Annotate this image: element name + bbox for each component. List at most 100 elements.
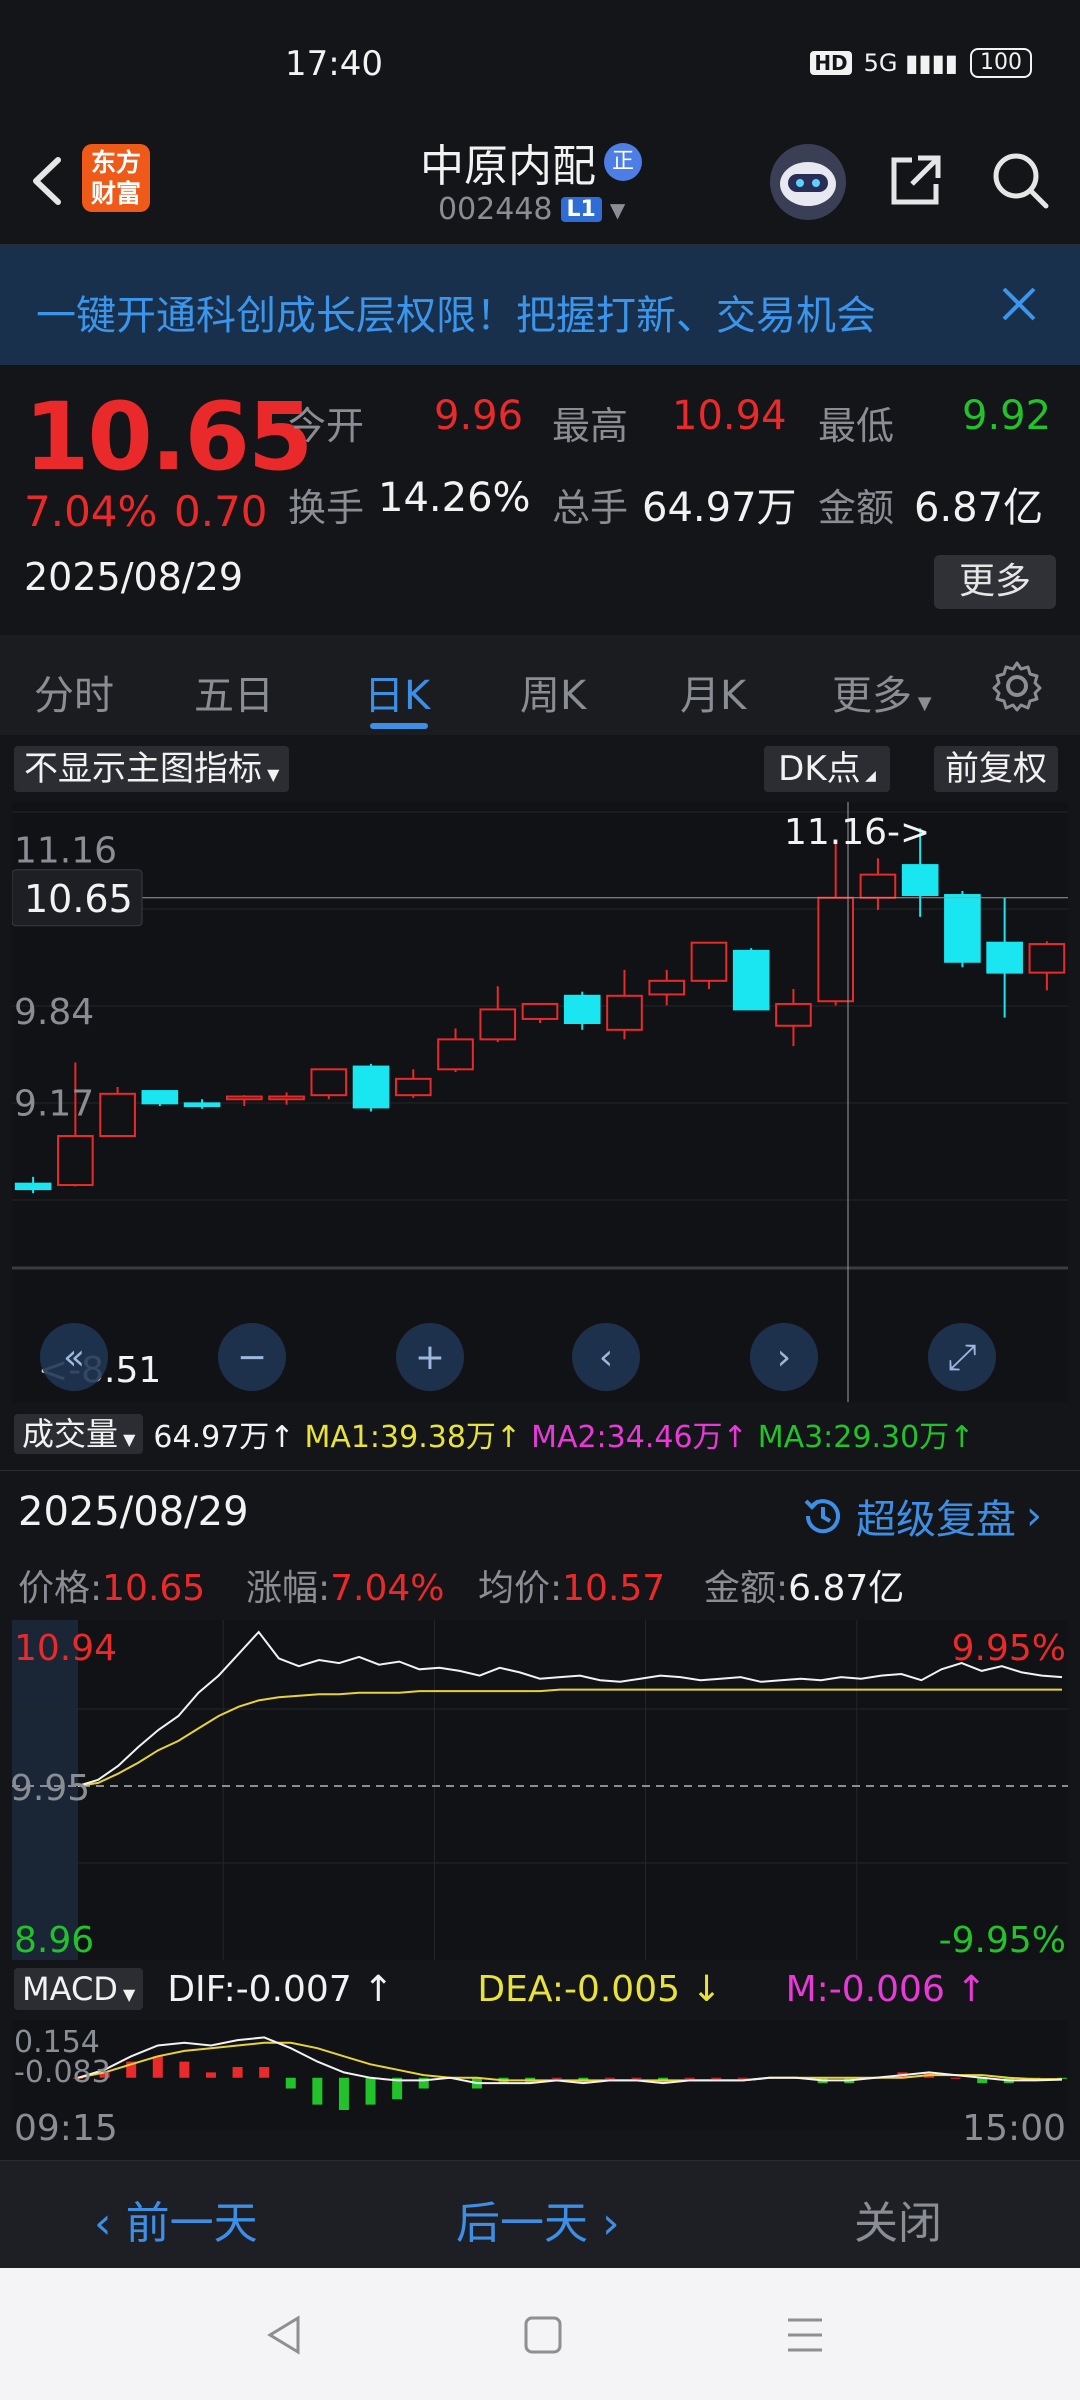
candle-body	[901, 864, 939, 897]
app-logo[interactable]: 东方 财富	[82, 144, 150, 212]
intraday-chart[interactable]: 10.94 9.95 8.96 9.95% -9.95%	[12, 1620, 1068, 1960]
change-amount: 0.70	[174, 487, 268, 536]
stock-code-row[interactable]: 002448 L1 ▼	[438, 192, 625, 227]
close-icon[interactable]	[996, 281, 1042, 327]
macd-y-tick-low: -0.083	[14, 2055, 111, 2090]
macd-bar	[259, 2067, 270, 2078]
volume-label: 总手	[552, 486, 629, 530]
low-label: 最低	[818, 404, 895, 448]
m-value: M:-0.006 ↑	[785, 1968, 987, 2010]
chevron-right-icon: ›	[1026, 1493, 1042, 1539]
volume-value: 64.97万	[642, 485, 797, 531]
current-price-tag: 10.65	[24, 877, 133, 921]
scroll-left-fast-button-glyph: «	[63, 1337, 85, 1378]
gear-icon[interactable]	[990, 659, 1044, 713]
last-price: 10.65	[24, 383, 313, 492]
ma3-value: MA3:29.30万↑	[757, 1420, 975, 1455]
dea-value: DEA:-0.005 ↓	[477, 1968, 722, 2010]
chevron-down-icon: ▼	[912, 693, 932, 714]
main-indicator-select[interactable]: 不显示主图指标 ▼	[14, 746, 290, 792]
nav-home-icon[interactable]	[520, 2312, 566, 2358]
ai-assistant-icon[interactable]	[770, 144, 846, 220]
next-day-button[interactable]: 后一天 ›	[456, 2187, 620, 2251]
y-tick-pct-high: 9.95%	[952, 1628, 1066, 1669]
candle-body	[479, 1008, 517, 1041]
share-icon[interactable]	[884, 148, 948, 212]
change-stat: 涨幅:7.04%	[246, 1568, 445, 1609]
candle-body	[563, 994, 601, 1025]
stock-title[interactable]: 中原内配 正	[420, 132, 642, 192]
status-icons: HD 5G ▮▮▮▮ 100	[810, 48, 1032, 78]
quote-date: 2025/08/29	[24, 555, 244, 599]
dk-points-button[interactable]: DK点 ◢	[764, 746, 890, 792]
fullscreen-button-glyph: ⤢	[948, 1337, 977, 1378]
macd-bar	[365, 2077, 376, 2105]
tab-weekly-k[interactable]: 周K	[520, 663, 586, 721]
time-start-label: 09:15	[14, 2108, 118, 2149]
y-tick-label: 9.84	[14, 992, 94, 1033]
time-end-label: 15:00	[962, 2108, 1066, 2149]
candle-body	[690, 941, 728, 982]
candle-body	[775, 1002, 812, 1027]
macd-bar	[285, 2077, 296, 2089]
high-label: 最高	[552, 404, 629, 448]
candle-body	[310, 1068, 348, 1097]
tab-monthly-k[interactable]: 月K	[680, 663, 746, 721]
low-value: 9.92	[962, 393, 1052, 439]
zoom-out-button-glyph: −	[237, 1337, 267, 1378]
candle-body	[352, 1065, 390, 1109]
max-price-label: 11.16->	[784, 812, 930, 853]
app-header: 东方 财富 中原内配 正 002448 L1 ▼	[0, 132, 1080, 245]
tab-daily-k[interactable]: 日K	[364, 663, 430, 721]
stock-name: 中原内配	[420, 141, 596, 192]
back-button[interactable]	[20, 146, 80, 216]
volume-value: 64.97万↑	[153, 1420, 295, 1455]
history-icon	[804, 1499, 840, 1534]
tab-intraday[interactable]: 分时	[34, 663, 114, 721]
macd-bar	[684, 2077, 695, 2079]
close-button[interactable]: 关闭	[854, 2187, 942, 2251]
macd-bar	[232, 2067, 243, 2078]
macd-select[interactable]: MACD ▼	[14, 1968, 144, 2010]
turnover-value: 14.26%	[378, 475, 531, 521]
more-button[interactable]: 更多	[934, 555, 1056, 609]
promo-banner[interactable]: 一键开通科创成长层权限！把握打新、交易机会	[0, 245, 1080, 365]
turnover-label: 换手	[288, 486, 365, 530]
candle-body	[986, 941, 1023, 974]
macd-indicator-row: MACD ▼ DIF:-0.007 ↑ DEA:-0.005 ↓ M:-0.00…	[14, 1966, 986, 2012]
tab-five-day[interactable]: 五日	[194, 663, 274, 721]
high-value: 10.94	[672, 393, 787, 439]
candlestick-chart[interactable]: 10.6511.169.849.1711.16-><-8.51«−+‹›⤢	[12, 802, 1068, 1402]
candle-body	[14, 1182, 52, 1191]
search-icon[interactable]	[988, 148, 1052, 212]
zoom-in-button-glyph: +	[415, 1337, 445, 1378]
nav-menu-icon[interactable]	[782, 2312, 828, 2358]
ma1-value: MA1:39.38万↑	[304, 1420, 522, 1455]
ma2-value: MA2:34.46万↑	[531, 1420, 748, 1455]
level-badge: L1	[560, 197, 602, 222]
volume-indicator-select[interactable]: 成交量 ▼	[14, 1414, 144, 1454]
chart-tabs: 分时 五日 日K 周K 月K 更多 ▼	[0, 635, 1080, 735]
candle-body	[437, 1038, 474, 1071]
y-tick-pct-low: -9.95%	[939, 1920, 1066, 1960]
candle-body	[944, 894, 981, 963]
banner-text[interactable]: 一键开通科创成长层权限！把握打新、交易机会	[36, 283, 876, 341]
super-replay-link[interactable]: 超级复盘 ›	[800, 1487, 1042, 1545]
intraday-replay-header: 2025/08/29 超级复盘 › 价格:10.65 涨幅:7.04% 均价:1…	[0, 1470, 1080, 1621]
network-icon: 5G ▮▮▮▮	[863, 49, 958, 77]
quote-panel: 10.65 7.04% 0.70 2025/08/29 今开 9.96 最高 1…	[0, 365, 1080, 636]
macd-chart: 0.154-0.083	[12, 2020, 1068, 2130]
candle-body	[268, 1095, 305, 1101]
nav-back-icon[interactable]	[262, 2312, 308, 2358]
candle-body	[226, 1095, 263, 1101]
tab-more[interactable]: 更多 ▼	[832, 663, 932, 721]
adjust-mode-button[interactable]: 前复权	[934, 746, 1058, 792]
y-tick-label: 9.17	[14, 1083, 94, 1124]
macd-bar	[950, 2077, 961, 2079]
previous-day-button[interactable]: ‹ 前一天	[94, 2187, 258, 2251]
y-tick-high: 10.94	[14, 1628, 117, 1669]
macd-bar	[312, 2077, 323, 2105]
candle-body	[141, 1090, 179, 1105]
candle-body	[57, 1135, 94, 1187]
battery-icon: 100	[970, 48, 1032, 78]
